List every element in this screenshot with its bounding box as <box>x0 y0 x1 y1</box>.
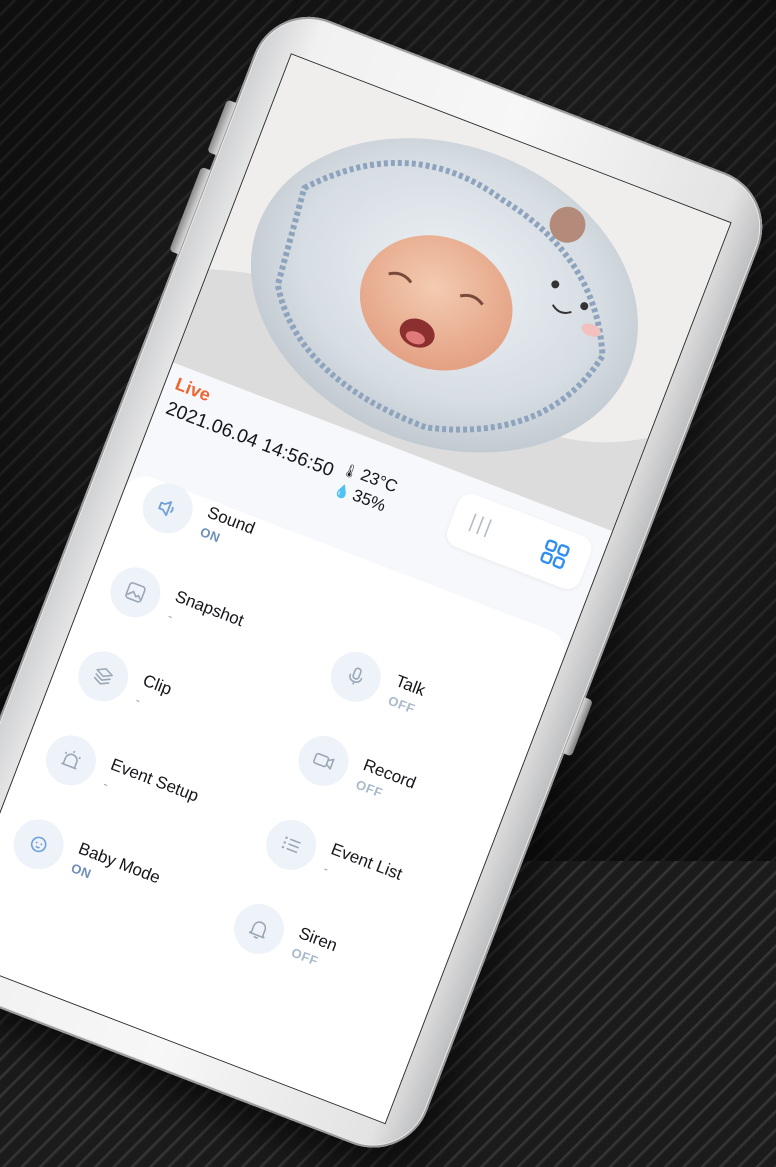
baby-mode-label: Baby Mode <box>75 838 163 888</box>
environment-readout: 🌡23°C 💧35% <box>331 457 400 519</box>
talk-icon-circle <box>323 644 389 710</box>
layers-icon <box>93 668 113 685</box>
sound-state: ON <box>198 524 223 546</box>
list-icon <box>281 836 301 854</box>
record-icon-circle <box>291 728 356 794</box>
clip-state: - <box>133 692 144 708</box>
siren-icon-circle <box>226 896 292 962</box>
clip-icon-circle <box>70 644 136 709</box>
bell-icon <box>248 921 267 939</box>
event-setup-icon-circle <box>38 728 104 793</box>
clip-label: Clip <box>140 670 175 699</box>
video-camera-icon <box>313 752 335 770</box>
event-list-label: Event List <box>328 839 405 884</box>
microphone-icon <box>349 667 363 685</box>
baby-icon <box>30 836 47 853</box>
snapshot-label: Snapshot <box>172 586 247 631</box>
grid-view-icon[interactable] <box>538 537 572 571</box>
sound-icon-circle <box>135 476 201 541</box>
list-view-icon[interactable]: ||| <box>466 510 497 540</box>
snapshot-state: - <box>165 608 176 624</box>
event-setup-state: - <box>101 776 112 792</box>
speaker-icon <box>158 501 174 517</box>
thermometer-icon: 🌡 <box>340 460 361 481</box>
baby-mode-icon-circle <box>6 812 71 877</box>
baby-mode-state: ON <box>69 860 94 882</box>
droplet-icon: 💧 <box>332 481 353 502</box>
image-icon <box>125 582 146 603</box>
event-list-icon-circle <box>258 812 324 878</box>
event-list-state: - <box>321 860 332 877</box>
alarm-light-icon <box>61 750 81 770</box>
snapshot-icon-circle <box>103 560 168 625</box>
